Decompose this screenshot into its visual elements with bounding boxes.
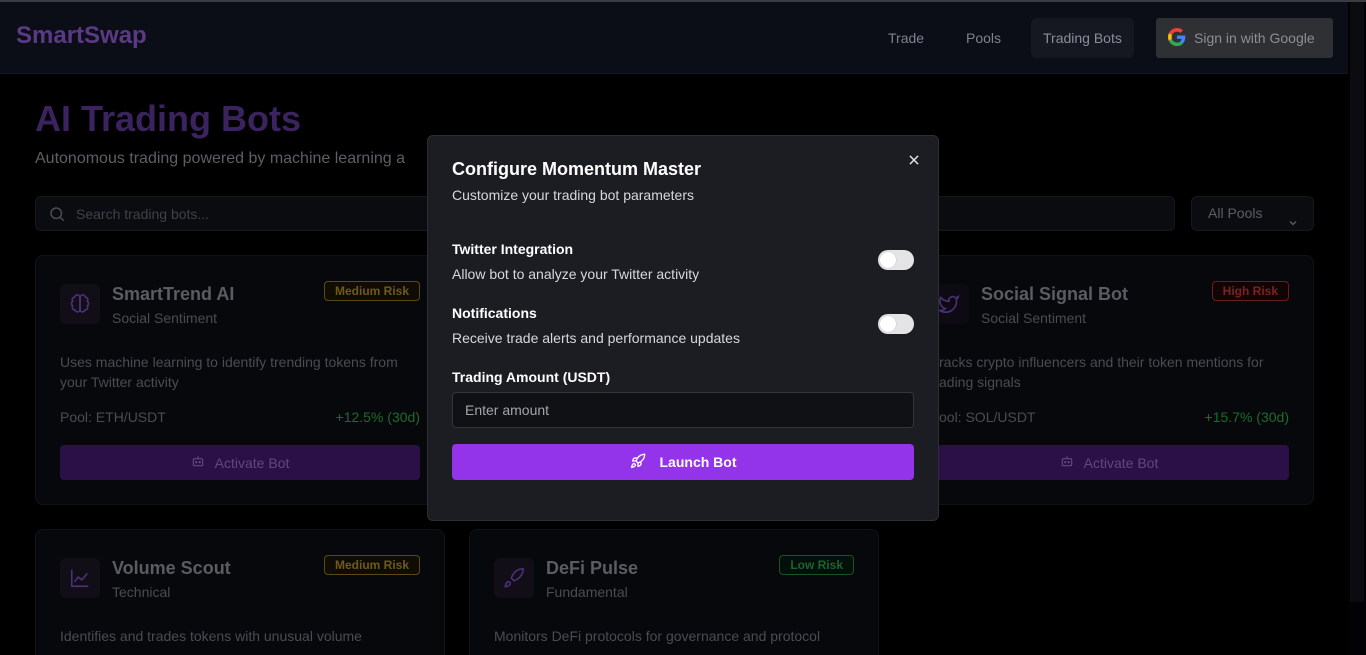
nav-link-trading-bots[interactable]: Trading Bots (1031, 18, 1134, 58)
pool-filter-select[interactable]: All Pools (1191, 196, 1314, 231)
bot-name: DeFi Pulse (546, 558, 639, 578)
trading-amount-label: Trading Amount (USDT) (452, 369, 611, 385)
google-icon (1168, 27, 1186, 49)
page-subtitle: Autonomous trading powered by machine le… (35, 150, 406, 167)
launch-bot-label: Launch Bot (659, 454, 737, 470)
chart-icon (60, 558, 100, 598)
activate-bot-button[interactable]: Activate Bot (929, 445, 1289, 480)
pool-filter-value: All Pools (1208, 205, 1263, 221)
toggle-knob (880, 252, 896, 268)
page-scrollbar[interactable] (1348, 2, 1366, 655)
twitter-integration-description: Allow bot to analyze your Twitter activi… (452, 266, 700, 282)
bot-pool: Pool: ETH/USDT (60, 409, 166, 425)
brain-icon (60, 284, 100, 324)
configure-bot-dialog: Configure Momentum Master Customize your… (427, 135, 939, 521)
bot-name: SmartTrend AI (112, 284, 235, 304)
search-icon (48, 205, 66, 228)
chevron-down-icon (1287, 208, 1299, 241)
notifications-toggle[interactable] (878, 314, 914, 334)
bot-icon (191, 454, 205, 471)
google-signin-label: Sign in with Google (1194, 30, 1315, 46)
bot-card: Volume Scout Technical Medium Risk Ident… (35, 529, 445, 655)
bot-description: Identifies and trades tokens with unusua… (60, 628, 362, 644)
nav-link-trade[interactable]: Trade (876, 18, 936, 58)
bot-category: Fundamental (546, 584, 628, 600)
bot-pool: ool: SOL/USDT (939, 409, 1036, 425)
twitter-integration-toggle[interactable] (878, 250, 914, 270)
bot-performance: +15.7% (30d) (1204, 409, 1289, 425)
bot-name: Volume Scout (112, 558, 231, 578)
risk-badge: Medium Risk (323, 281, 420, 301)
rocket-icon (630, 453, 646, 472)
bot-category: Social Sentiment (112, 310, 218, 326)
bot-performance: +12.5% (30d) (335, 409, 420, 425)
bot-card: Social Signal Bot Social Sentiment High … (904, 255, 1314, 505)
bot-category: Technical (112, 584, 171, 600)
activate-bot-label: Activate Bot (214, 454, 290, 471)
scrollbar-thumb[interactable] (1350, 2, 1364, 602)
dialog-title: Configure Momentum Master (452, 159, 702, 179)
page-title: AI Trading Bots (35, 98, 302, 139)
bot-description: Monitors DeFi protocols for governance a… (494, 628, 821, 644)
toggle-knob (880, 316, 896, 332)
notifications-description: Receive trade alerts and performance upd… (452, 330, 740, 346)
notifications-label: Notifications (452, 305, 537, 321)
activate-bot-label: Activate Bot (1083, 454, 1159, 471)
bot-category: Social Sentiment (981, 310, 1087, 326)
risk-badge: High Risk (1211, 281, 1289, 301)
risk-badge: Medium Risk (323, 555, 420, 575)
activate-bot-button[interactable]: Activate Bot (60, 445, 420, 480)
risk-badge: Low Risk (779, 555, 854, 575)
nav-link-pools[interactable]: Pools (954, 18, 1013, 58)
search-input[interactable]: Search trading bots... (76, 206, 209, 222)
bot-icon (1060, 454, 1074, 471)
launch-bot-button[interactable]: Launch Bot (452, 444, 914, 480)
top-navbar: SmartSwap Trade Pools Trading Bots Sign … (0, 2, 1348, 74)
google-signin-button[interactable]: Sign in with Google (1156, 18, 1333, 58)
close-icon[interactable] (907, 153, 921, 167)
bot-name: Social Signal Bot (981, 284, 1129, 304)
bot-card: SmartTrend AI Social Sentiment Medium Ri… (35, 255, 445, 505)
bot-description: Uses machine learning to identify trendi… (60, 354, 398, 390)
bot-card: DeFi Pulse Fundamental Low Risk Monitors… (469, 529, 879, 655)
brand-logo[interactable]: SmartSwap (16, 22, 147, 50)
dialog-subtitle: Customize your trading bot parameters (452, 187, 694, 203)
trading-amount-input[interactable] (452, 392, 914, 428)
rocket-icon (494, 558, 534, 598)
bot-description: racks crypto influencers and their token… (939, 354, 1264, 390)
twitter-integration-label: Twitter Integration (452, 241, 574, 257)
